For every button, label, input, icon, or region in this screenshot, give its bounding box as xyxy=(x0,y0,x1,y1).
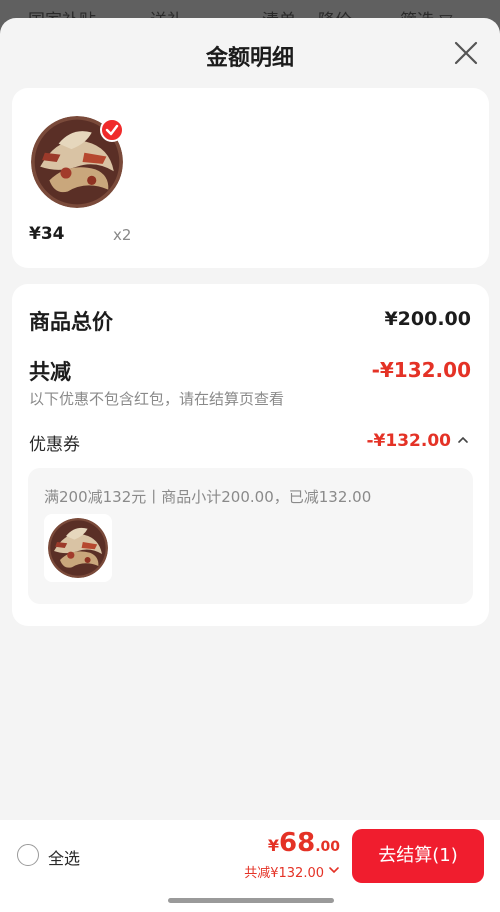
total-label: 商品总价 xyxy=(29,310,113,334)
sheet-title: 金额明细 xyxy=(205,46,294,71)
coupon-detail-box: 满200减132元丨商品小计200.00，已减132.00 xyxy=(28,468,473,604)
reduce-note: 以下优惠不包含红包，请在结算页查看 xyxy=(29,390,285,408)
home-indicator xyxy=(168,898,334,903)
checkout-button[interactable]: 去结算(1) xyxy=(352,829,484,883)
item-card: ¥34 x2 xyxy=(12,88,489,268)
price-summary-card: 商品总价 ¥200.00 共减 -¥132.00 以下优惠不包含红包，请在结算页… xyxy=(12,284,489,626)
select-all-label[interactable]: 全选 xyxy=(48,845,80,869)
item-quantity: x2 xyxy=(113,226,132,244)
item-price: ¥34 xyxy=(29,224,65,244)
reduce-label: 共减 xyxy=(29,360,71,384)
close-icon[interactable] xyxy=(453,40,479,66)
radio-icon[interactable] xyxy=(17,844,39,866)
total-amount: ¥200.00 xyxy=(384,308,471,330)
pay-decimal: .00 xyxy=(315,839,340,855)
coupon-label[interactable]: 优惠券 xyxy=(29,430,80,455)
chevron-down-icon[interactable] xyxy=(328,864,340,876)
coupon-description: 满200减132元丨商品小计200.00，已减132.00 xyxy=(44,488,372,506)
coupon-amount[interactable]: -¥132.00 xyxy=(367,431,452,451)
pay-amount: ¥68.00 xyxy=(268,828,340,858)
chevron-up-icon[interactable] xyxy=(457,434,469,446)
coupon-product-thumbnail xyxy=(44,514,112,582)
check-badge-icon[interactable] xyxy=(100,118,124,142)
reduce-amount: -¥132.00 xyxy=(371,358,471,382)
amount-detail-sheet: 金额明细 ¥34 x2 商品总价 ¥200.00 共减 -¥132.00 以下优… xyxy=(0,18,500,912)
pay-integer: 68 xyxy=(279,828,316,858)
pay-saved[interactable]: 共减¥132.00 xyxy=(244,862,324,881)
pay-currency: ¥ xyxy=(267,836,279,855)
